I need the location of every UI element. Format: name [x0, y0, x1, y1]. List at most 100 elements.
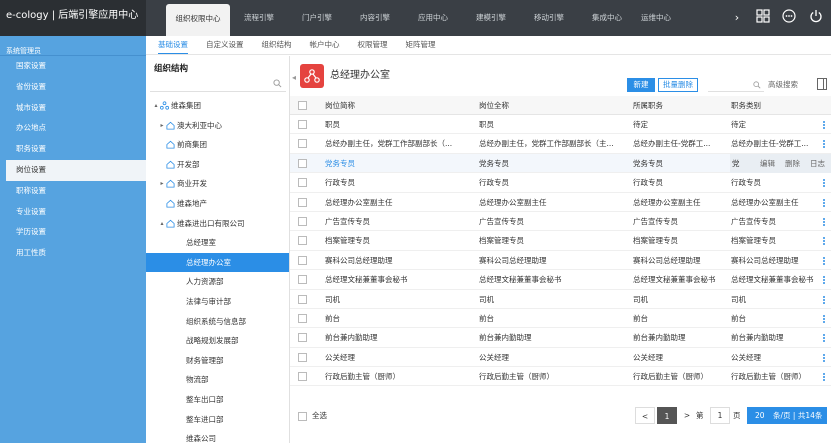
tree-node[interactable]: ▴ 维森进出口有限公司 — [146, 214, 289, 234]
tree-node[interactable]: 总经理室 — [146, 233, 289, 253]
table-row[interactable]: 档案管理专员 档案管理专员 档案管理专员 档案管理专员 — [290, 231, 831, 251]
table-row[interactable]: 行政后勤主管（厨师） 行政后勤主管（厨师） 行政后勤主管（厨师） 行政后勤主管（厨师） — [290, 367, 831, 387]
table-cell[interactable]: 广告宣传专员 — [325, 212, 475, 231]
sub-nav-tab[interactable]: 自定义设置 — [206, 36, 244, 54]
top-nav-tab[interactable]: 移动引擎 — [520, 0, 578, 36]
table-row[interactable]: 公关经理 公关经理 公关经理 公关经理 — [290, 348, 831, 368]
tree-node[interactable]: 维森地产 — [146, 194, 289, 214]
new-button[interactable]: 新建 — [627, 78, 655, 92]
page-size-select[interactable]: 20 条/页 | 共14条 — [747, 407, 827, 424]
tree-node[interactable]: 法律与审计部 — [146, 292, 289, 312]
table-row[interactable]: 广告宣传专员 广告宣传专员 广告宣传专员 广告宣传专员 — [290, 212, 831, 232]
org-tree-search-input[interactable] — [150, 78, 286, 92]
sidebar-item[interactable]: 学历设置 — [0, 222, 146, 243]
row-checkbox[interactable] — [298, 158, 307, 168]
expand-icon[interactable]: ▸ — [158, 116, 166, 136]
sidebar-item[interactable]: 城市设置 — [0, 98, 146, 119]
sidebar-item[interactable]: 国家设置 — [0, 56, 146, 77]
next-page-button[interactable]: > — [680, 407, 694, 424]
row-checkbox[interactable] — [298, 216, 307, 226]
table-row[interactable]: 总经办副主任，党群工作部副部长（... 总经办副主任，党群工作部副部长（主... 总… — [290, 134, 831, 154]
top-nav-tab[interactable]: 门户引擎 — [288, 0, 346, 36]
table-cell[interactable]: 总经理办公室副主任 — [325, 193, 475, 212]
collapse-icon[interactable]: ▴ — [152, 96, 160, 116]
table-cell[interactable]: 前台兼内勤助理 — [325, 328, 475, 347]
sub-nav-tab[interactable]: 组织结构 — [262, 36, 292, 54]
row-more-icon[interactable] — [820, 295, 828, 305]
top-nav-tab[interactable]: 建模引擎 — [462, 0, 520, 36]
row-checkbox[interactable] — [298, 313, 307, 323]
row-more-icon[interactable] — [820, 120, 828, 130]
tree-node[interactable]: 维森公司 — [146, 429, 289, 443]
table-cell[interactable]: 司机 — [325, 290, 475, 309]
row-more-icon[interactable] — [820, 217, 828, 227]
collapse-icon[interactable]: ▴ — [158, 214, 166, 234]
top-nav-tab[interactable]: 内容引擎 — [346, 0, 404, 36]
sub-nav-tab[interactable]: 帐户中心 — [310, 36, 340, 54]
sidebar-item[interactable]: 省份设置 — [0, 77, 146, 98]
select-all-label[interactable]: 全选 — [312, 409, 327, 423]
row-checkbox[interactable] — [298, 372, 307, 382]
table-cell[interactable]: 总经理文秘兼董事会秘书 — [325, 270, 475, 289]
tree-node[interactable]: 前商集团 — [146, 135, 289, 155]
row-checkbox[interactable] — [298, 120, 307, 129]
column-header-full-name[interactable]: 岗位全称 — [479, 96, 629, 115]
sidebar-item[interactable]: 用工性质 — [0, 243, 146, 264]
row-checkbox[interactable] — [298, 236, 307, 246]
row-checkbox[interactable] — [298, 178, 307, 188]
prev-page-button[interactable]: < — [635, 407, 655, 424]
row-more-icon[interactable] — [820, 256, 828, 266]
table-cell[interactable]: 前台 — [325, 309, 475, 328]
table-row[interactable]: 职员 职员 待定 待定 — [290, 115, 831, 135]
sidebar-item[interactable]: 专业设置 — [0, 202, 146, 223]
search-icon[interactable] — [753, 81, 761, 89]
tree-node[interactable]: 开发部 — [146, 155, 289, 175]
tree-node[interactable]: 人力资源部 — [146, 272, 289, 292]
row-checkbox[interactable] — [298, 197, 307, 207]
table-row[interactable]: 前台兼内勤助理 前台兼内勤助理 前台兼内勤助理 前台兼内勤助理 — [290, 328, 831, 348]
top-nav-tab[interactable]: 流程引擎 — [230, 0, 288, 36]
select-all-checkbox[interactable] — [298, 412, 307, 421]
column-header-job-title[interactable]: 所属职务 — [633, 96, 728, 115]
power-icon[interactable] — [809, 9, 823, 23]
tree-node[interactable]: 整车出口部 — [146, 390, 289, 410]
row-more-icon[interactable] — [820, 236, 828, 246]
row-checkbox[interactable] — [298, 352, 307, 362]
column-header-job-category[interactable]: 职务类别 — [731, 96, 816, 115]
table-row[interactable]: 前台 前台 前台 前台 — [290, 309, 831, 329]
delete-action-link[interactable]: 删除 — [785, 158, 800, 169]
search-input[interactable] — [708, 78, 764, 92]
row-more-icon[interactable] — [820, 178, 828, 188]
sub-nav-tab[interactable]: 基础设置 — [158, 36, 188, 54]
column-header-short-name[interactable]: 岗位简称 — [325, 96, 475, 115]
table-cell[interactable]: 党务专员 — [325, 154, 475, 173]
sidebar-item[interactable]: 职称设置 — [0, 181, 146, 202]
row-checkbox[interactable] — [298, 139, 307, 149]
tree-node[interactable]: 物流部 — [146, 370, 289, 390]
sub-nav-tab[interactable]: 权限管理 — [358, 36, 388, 54]
row-checkbox[interactable] — [298, 275, 307, 285]
sidebar-item[interactable]: 职务设置 — [0, 139, 146, 160]
tree-node[interactable]: 财务管理部 — [146, 351, 289, 371]
log-action-link[interactable]: 日志 — [810, 158, 825, 169]
tree-node[interactable]: 战略规划发展部 — [146, 331, 289, 351]
table-cell[interactable]: 总经办副主任，党群工作部副部长（... — [325, 134, 475, 153]
row-more-icon[interactable] — [820, 314, 828, 324]
row-more-icon[interactable] — [820, 139, 828, 149]
collapse-right-panel-icon[interactable] — [817, 78, 827, 90]
advanced-search-link[interactable]: 高级搜索 — [768, 78, 798, 92]
row-checkbox[interactable] — [298, 333, 307, 343]
table-cell[interactable]: 公关经理 — [325, 348, 475, 367]
top-nav-tab[interactable]: 集成中心 — [578, 0, 636, 36]
tree-node[interactable]: ▴ 维森集团 — [146, 96, 289, 116]
table-row[interactable]: 赛科公司总经理助理 赛科公司总经理助理 赛科公司总经理助理 赛科公司总经理助理 — [290, 251, 831, 271]
sidebar-item[interactable]: 办公地点 — [0, 118, 146, 139]
table-row[interactable]: 党务专员 党务专员 党务专员党编辑 删除 日志 — [290, 153, 831, 174]
edit-action-link[interactable]: 编辑 — [760, 158, 775, 169]
table-cell[interactable]: 赛科公司总经理助理 — [325, 251, 475, 270]
goto-page-input[interactable]: 1 — [710, 407, 730, 424]
tree-node[interactable]: 整车进口部 — [146, 410, 289, 430]
table-cell[interactable]: 职员 — [325, 115, 475, 134]
tree-node[interactable]: 总经理办公室 — [146, 252, 289, 273]
top-nav-tab[interactable]: 组织权限中心 — [166, 4, 230, 36]
